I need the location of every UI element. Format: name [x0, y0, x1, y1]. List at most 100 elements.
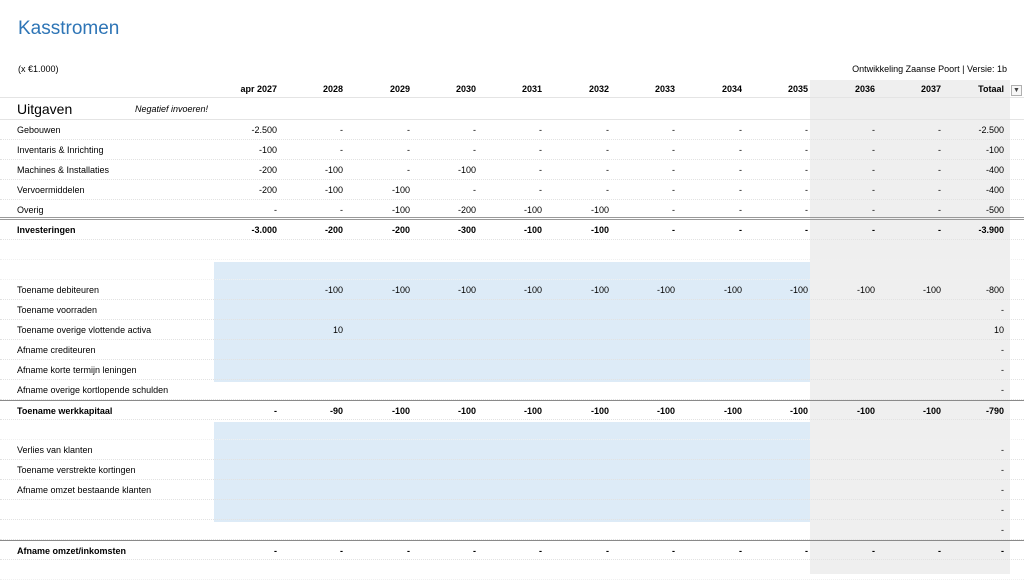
- value-cell[interactable]: -100: [281, 160, 343, 180]
- value-cell[interactable]: -: [746, 180, 808, 200]
- value-cell[interactable]: -: [879, 160, 941, 180]
- value-cell[interactable]: -100: [547, 280, 609, 300]
- value-cell[interactable]: -100: [348, 180, 410, 200]
- value-cell: -: [872, 225, 875, 235]
- row-label: Overig: [17, 205, 44, 215]
- value-cell[interactable]: -: [746, 120, 808, 140]
- value-cell[interactable]: -: [547, 120, 609, 140]
- value-cell[interactable]: -100: [480, 200, 542, 220]
- value-cell[interactable]: -: [680, 160, 742, 180]
- spacer-row: [0, 260, 1024, 280]
- total-cell: -: [1001, 485, 1004, 495]
- value-cell[interactable]: -100: [414, 280, 476, 300]
- total-cell: -400: [985, 165, 1004, 175]
- total-cell: -500: [985, 205, 1004, 215]
- value-cell[interactable]: -100: [215, 140, 277, 160]
- total-cell: -3.900: [978, 225, 1004, 235]
- value-cell[interactable]: -200: [215, 160, 277, 180]
- value-cell[interactable]: -: [281, 140, 343, 160]
- value-cell: -100: [656, 406, 675, 416]
- value-cell[interactable]: -2.500: [215, 120, 277, 140]
- value-cell[interactable]: -: [613, 120, 675, 140]
- value-cell[interactable]: -: [547, 160, 609, 180]
- value-cell[interactable]: -100: [879, 280, 941, 300]
- value-cell[interactable]: -: [480, 180, 542, 200]
- value-cell[interactable]: -: [480, 140, 542, 160]
- column-header-row: apr 2027 2028 2029 2030 2031 2032 2033 2…: [0, 80, 1024, 98]
- value-cell[interactable]: -: [680, 200, 742, 220]
- value-cell: -: [672, 225, 675, 235]
- value-cell[interactable]: -: [215, 200, 277, 220]
- value-cell[interactable]: -: [813, 120, 875, 140]
- value-cell[interactable]: -100: [348, 200, 410, 220]
- value-cell[interactable]: -100: [348, 280, 410, 300]
- total-cell: -: [1001, 305, 1004, 315]
- value-cell[interactable]: -: [547, 180, 609, 200]
- spacer-row: [0, 240, 1024, 260]
- total-cell: -: [1001, 345, 1004, 355]
- total-cell: -400: [985, 185, 1004, 195]
- value-cell[interactable]: -200: [215, 180, 277, 200]
- value-cell[interactable]: -: [680, 180, 742, 200]
- value-cell[interactable]: -: [813, 160, 875, 180]
- value-cell[interactable]: -: [348, 160, 410, 180]
- value-cell[interactable]: -100: [613, 280, 675, 300]
- value-cell[interactable]: -: [348, 120, 410, 140]
- value-cell[interactable]: -: [879, 120, 941, 140]
- value-cell[interactable]: -: [613, 200, 675, 220]
- value-cell[interactable]: -: [613, 140, 675, 160]
- value-cell[interactable]: -: [680, 140, 742, 160]
- value-cell[interactable]: -200: [414, 200, 476, 220]
- value-cell: -: [606, 546, 609, 556]
- value-cell[interactable]: -: [547, 140, 609, 160]
- value-cell[interactable]: -: [879, 180, 941, 200]
- value-cell[interactable]: -100: [414, 160, 476, 180]
- value-cell: -100: [723, 406, 742, 416]
- value-cell: -100: [922, 406, 941, 416]
- chevron-down-icon[interactable]: ▼: [1011, 85, 1022, 96]
- value-cell[interactable]: -100: [680, 280, 742, 300]
- value-cell[interactable]: -: [746, 140, 808, 160]
- value-cell[interactable]: -: [480, 160, 542, 180]
- col-header: 2030: [455, 84, 476, 94]
- value-cell[interactable]: -100: [281, 180, 343, 200]
- spacer-row: [0, 560, 1024, 580]
- total-cell: -: [1001, 385, 1004, 395]
- value-cell: -200: [324, 225, 343, 235]
- table-row: Toename voorraden -: [0, 300, 1024, 320]
- value-cell[interactable]: -: [813, 140, 875, 160]
- total-row: Afname omzet/inkomsten - - - - - - - - - - - -: [0, 540, 1024, 560]
- row-label: Toename verstrekte kortingen: [17, 465, 136, 475]
- table-row: -: [0, 500, 1024, 520]
- value-cell: -100: [391, 406, 410, 416]
- value-cell[interactable]: -100: [547, 200, 609, 220]
- input-note: Negatief invoeren!: [135, 104, 209, 114]
- value-cell[interactable]: -100: [746, 280, 808, 300]
- value-cell[interactable]: -: [281, 200, 343, 220]
- value-cell[interactable]: -: [414, 140, 476, 160]
- value-cell[interactable]: -: [813, 200, 875, 220]
- value-cell[interactable]: -: [813, 180, 875, 200]
- value-cell: -: [805, 546, 808, 556]
- value-cell[interactable]: -: [746, 200, 808, 220]
- omzet-rows: Verlies van klanten - Toename verstrekte k…: [0, 440, 1024, 560]
- value-cell[interactable]: -: [746, 160, 808, 180]
- value-cell[interactable]: -: [480, 120, 542, 140]
- value-cell[interactable]: -100: [281, 280, 343, 300]
- value-cell[interactable]: -: [281, 120, 343, 140]
- value-cell[interactable]: -: [414, 120, 476, 140]
- table-row: Afname omzet bestaande klanten -: [0, 480, 1024, 500]
- value-cell[interactable]: -: [613, 180, 675, 200]
- value-cell[interactable]: -: [348, 140, 410, 160]
- value-cell: -100: [789, 406, 808, 416]
- value-cell[interactable]: 10: [281, 320, 343, 340]
- value-cell[interactable]: -100: [813, 280, 875, 300]
- value-cell[interactable]: -100: [480, 280, 542, 300]
- value-cell: -: [539, 546, 542, 556]
- value-cell[interactable]: -: [879, 140, 941, 160]
- value-cell[interactable]: -: [414, 180, 476, 200]
- value-cell[interactable]: -: [613, 160, 675, 180]
- value-cell[interactable]: -: [680, 120, 742, 140]
- value-cell: -3.000: [251, 225, 277, 235]
- value-cell[interactable]: -: [879, 200, 941, 220]
